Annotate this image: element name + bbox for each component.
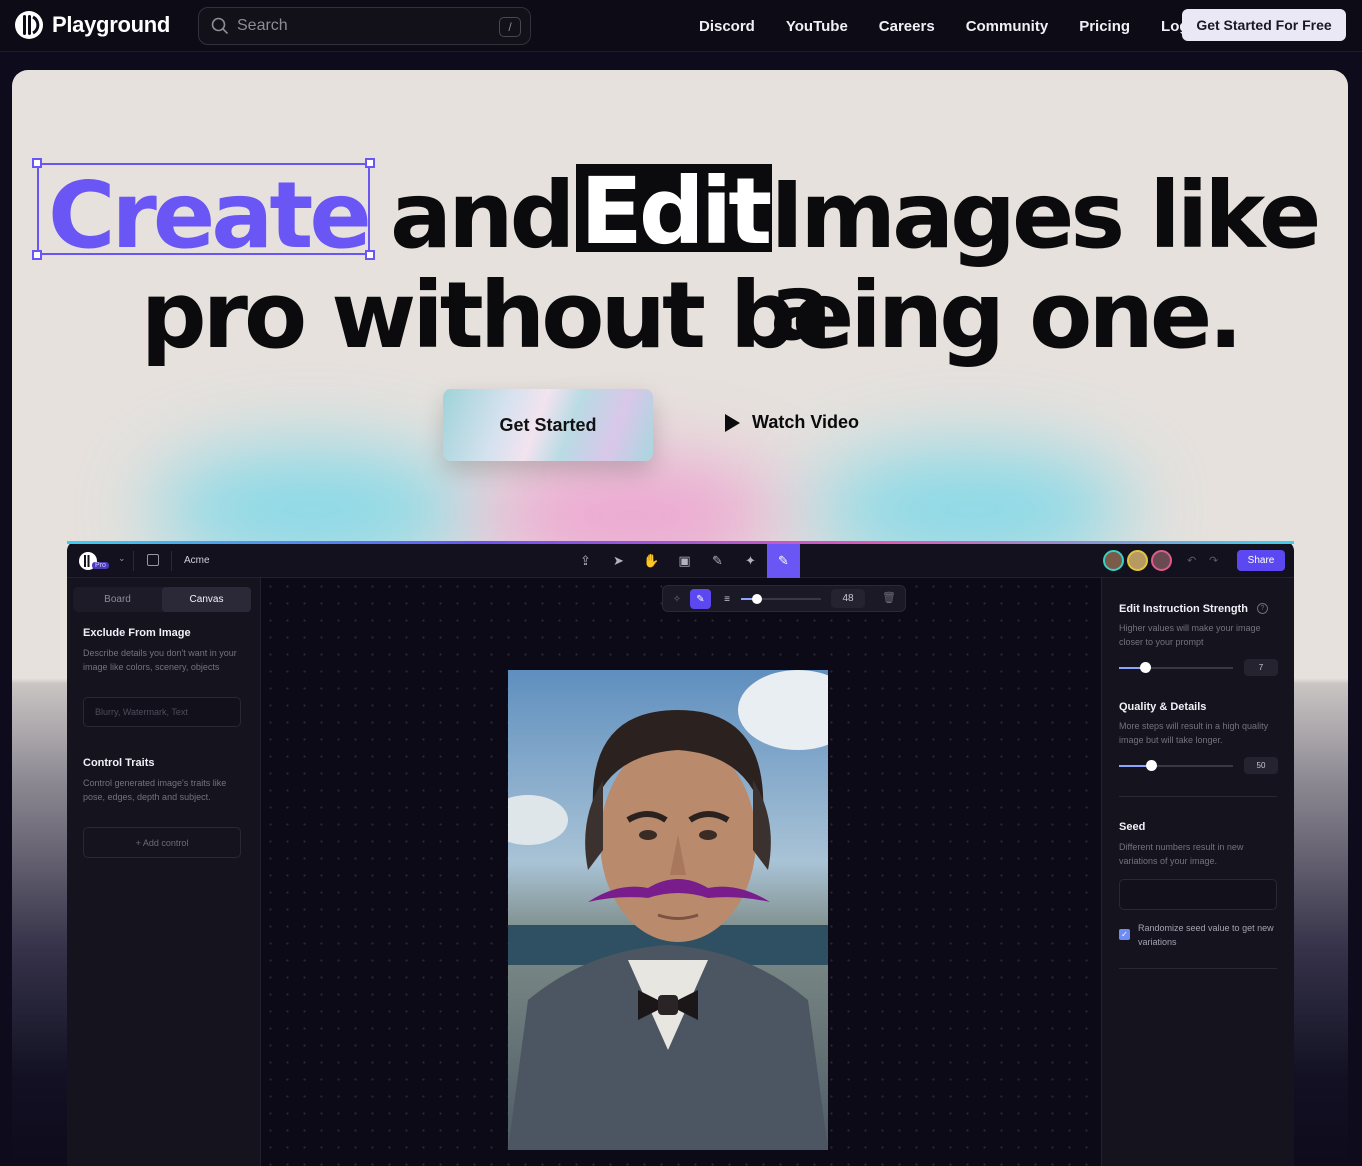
headline-line-2: pro without being one. [140, 262, 1243, 369]
app-preview-window: Pro ⌄ Acme ⇪ ➤ ✋ ▣ ✎ ✦ ✎ ↶ ↷ Share Board… [67, 541, 1294, 1166]
brush-toolbar: ✧ ✎ ≡ 48 🗑 [662, 585, 906, 612]
avatar[interactable] [1127, 550, 1148, 571]
view-tabs: Board Canvas [73, 587, 251, 612]
get-started-free-button[interactable]: Get Started For Free [1182, 9, 1346, 41]
nav-link-pricing[interactable]: Pricing [1079, 18, 1130, 35]
get-started-button[interactable]: Get Started [443, 389, 653, 461]
exclude-title: Exclude From Image [83, 627, 191, 639]
brand-name: Playground [52, 12, 171, 37]
divider [133, 551, 134, 571]
nav-link-community[interactable]: Community [966, 18, 1049, 35]
portrait-illustration [508, 670, 828, 1150]
strength-description: Higher values will make your image close… [1119, 623, 1261, 647]
app-toolbar: Pro ⌄ Acme ⇪ ➤ ✋ ▣ ✎ ✦ ✎ ↶ ↷ Share [67, 544, 1294, 578]
edit-brush-icon[interactable]: ✎ [767, 544, 800, 578]
brush-size-slider[interactable] [741, 594, 821, 604]
undo-icon[interactable]: ↶ [1187, 554, 1196, 567]
trash-icon[interactable]: 🗑 [882, 591, 896, 604]
pencil-menu-icon[interactable]: ✎ [701, 544, 734, 578]
pointer-icon[interactable]: ➤ [602, 544, 635, 578]
randomize-label: Randomize seed value to get new variatio… [1138, 923, 1274, 947]
avatar[interactable] [1151, 550, 1172, 571]
search-icon [211, 17, 229, 35]
magic-eraser-icon[interactable]: ✦ [734, 544, 767, 578]
left-panel: Board Canvas Exclude From Image Describe… [67, 578, 261, 1166]
selection-handle [32, 250, 42, 260]
tab-canvas[interactable]: Canvas [162, 587, 251, 612]
nav-link-discord[interactable]: Discord [699, 18, 755, 35]
control-traits-description: Control generated image's traits like po… [83, 778, 227, 802]
canvas-area[interactable]: ✧ ✎ ≡ 48 🗑 [262, 578, 1100, 1166]
sparkle-icon[interactable]: ✧ [670, 592, 684, 606]
seed-description: Different numbers result in new variatio… [1119, 842, 1244, 866]
nav-links: Discord YouTube Careers Community Pricin… [699, 0, 1237, 52]
exclude-description: Describe details you don't want in your … [83, 648, 237, 672]
quality-description: More steps will result in a high quality… [1119, 721, 1269, 745]
strength-title: Edit Instruction Strength [1119, 603, 1248, 615]
seed-input[interactable] [1119, 879, 1277, 910]
quality-slider[interactable] [1119, 760, 1233, 771]
tool-group: ⇪ ➤ ✋ ▣ ✎ ✦ ✎ [569, 544, 800, 578]
tab-board[interactable]: Board [73, 587, 162, 612]
brush-size-value[interactable]: 48 [831, 589, 865, 608]
selection-handle [32, 158, 42, 168]
selection-handle [365, 250, 375, 260]
sidebar-toggle-icon[interactable] [147, 554, 159, 566]
nav-link-careers[interactable]: Careers [879, 18, 935, 35]
watch-video-link[interactable]: Watch Video [725, 412, 859, 433]
watch-video-label: Watch Video [752, 412, 860, 432]
seed-title: Seed [1119, 821, 1146, 833]
quality-value[interactable]: 50 [1244, 757, 1278, 774]
playground-logo-icon [15, 11, 43, 39]
upload-icon[interactable]: ⇪ [569, 544, 602, 578]
randomize-checkbox[interactable]: ✓ [1119, 929, 1130, 940]
nav-link-youtube[interactable]: YouTube [786, 18, 848, 35]
strength-slider[interactable] [1119, 662, 1233, 673]
search-shortcut-key: / [499, 17, 521, 37]
right-panel: Edit Instruction Strength ? Higher value… [1101, 578, 1294, 1166]
search-box[interactable]: / [198, 7, 531, 45]
edited-portrait-image[interactable] [508, 670, 828, 1150]
help-icon[interactable]: ? [1257, 603, 1268, 614]
pro-badge: Pro [92, 562, 109, 569]
search-input[interactable] [237, 17, 487, 35]
quality-title: Quality & Details [1119, 701, 1207, 713]
collaborator-avatars [1103, 550, 1175, 571]
brush-size-knob[interactable] [752, 594, 762, 604]
selection-handle [365, 158, 375, 168]
chevron-down-icon[interactable]: ⌄ [118, 553, 126, 564]
redo-icon[interactable]: ↷ [1209, 554, 1218, 567]
headline-word-edit: Edit [576, 164, 772, 260]
control-traits-title: Control Traits [83, 757, 155, 769]
divider [1119, 968, 1277, 969]
share-button[interactable]: Share [1237, 550, 1285, 571]
brand-logo[interactable]: Playground [14, 10, 170, 40]
hero-section: Create and Edit Images like a pro withou… [12, 70, 1348, 1166]
exclude-input[interactable]: Blurry, Watermark, Text [83, 697, 241, 727]
hand-icon[interactable]: ✋ [635, 544, 668, 578]
headline-word-and: and [390, 162, 575, 269]
project-name[interactable]: Acme [184, 555, 210, 566]
add-control-button[interactable]: + Add control [83, 827, 241, 858]
play-icon [725, 413, 740, 432]
line-weight-icon[interactable]: ≡ [720, 592, 734, 606]
divider [171, 551, 172, 571]
image-add-icon[interactable]: ▣ [668, 544, 701, 578]
divider [1119, 796, 1277, 797]
avatar[interactable] [1103, 550, 1124, 571]
strength-knob[interactable] [1140, 662, 1152, 673]
top-navigation: Playground / Discord YouTube Careers Com… [0, 0, 1362, 52]
quality-knob[interactable] [1145, 760, 1157, 771]
selection-box [32, 158, 375, 260]
strength-value[interactable]: 7 [1244, 659, 1278, 676]
brush-pen-icon[interactable]: ✎ [690, 589, 711, 609]
